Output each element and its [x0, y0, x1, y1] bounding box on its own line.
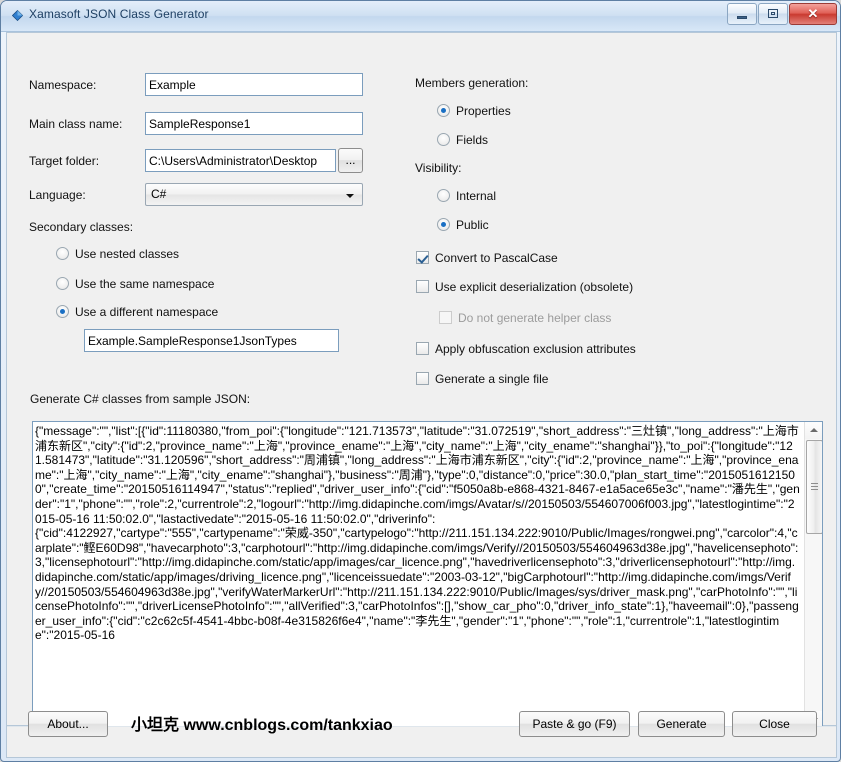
close-icon: ✕ [807, 6, 819, 21]
json-area-label: Generate C# classes from sample JSON: [30, 392, 251, 406]
maximize-icon [768, 9, 778, 18]
label-use-explicit-deserialization: Use explicit deserialization (obsolete) [435, 280, 634, 294]
radio-public[interactable] [437, 218, 450, 231]
caret-up-icon [810, 428, 818, 432]
scroll-up-button[interactable] [805, 422, 822, 439]
chevron-down-icon [346, 194, 354, 198]
label-apply-obfuscation-exclusion: Apply obfuscation exclusion attributes [435, 342, 636, 356]
label-internal: Internal [456, 189, 497, 203]
window-title: Xamasoft JSON Class Generator [29, 7, 209, 21]
target-folder-label: Target folder: [29, 154, 100, 168]
checkbox-use-explicit-deserialization[interactable] [416, 280, 429, 293]
checkbox-do-not-generate-helper-class [439, 311, 452, 324]
grip-icon [811, 483, 818, 490]
minimize-icon [737, 16, 747, 19]
json-input-container [32, 421, 823, 729]
label-generate-single-file: Generate a single file [435, 372, 549, 386]
json-scrollbar[interactable] [804, 422, 822, 728]
visibility-label: Visibility: [415, 161, 462, 175]
label-convert-to-pascalcase: Convert to PascalCase [435, 251, 558, 265]
namespace-label: Namespace: [29, 78, 97, 92]
checkbox-convert-to-pascalcase[interactable] [416, 251, 429, 264]
promo-text: 小坦克 www.cnblogs.com/tankxiao [131, 717, 393, 734]
radio-internal[interactable] [437, 189, 450, 202]
secondary-namespace-input[interactable] [84, 329, 339, 352]
label-use-same-namespace: Use the same namespace [75, 277, 215, 291]
radio-use-same-namespace[interactable] [56, 277, 69, 290]
close-window-button[interactable]: ✕ [789, 3, 837, 25]
checkbox-apply-obfuscation-exclusion[interactable] [416, 342, 429, 355]
diamond-icon [12, 10, 23, 21]
paste-and-go-button[interactable]: Paste & go (F9) [519, 711, 630, 737]
json-input[interactable] [35, 424, 800, 728]
members-generation-label: Members generation: [415, 76, 529, 90]
language-label: Language: [29, 188, 86, 202]
scrollbar-thumb[interactable] [806, 440, 822, 534]
generate-button[interactable]: Generate [638, 711, 725, 737]
target-folder-input[interactable] [145, 149, 336, 172]
label-do-not-generate-helper-class: Do not generate helper class [458, 311, 612, 325]
app-window: Xamasoft JSON Class Generator ✕ Namespac… [0, 0, 841, 762]
radio-fields[interactable] [437, 133, 450, 146]
label-use-different-namespace: Use a different namespace [75, 305, 219, 319]
namespace-input[interactable] [145, 73, 363, 96]
client-area: Namespace: Main class name: Target folde… [6, 32, 837, 729]
label-properties: Properties [456, 104, 511, 118]
main-class-name-input[interactable] [145, 112, 363, 135]
window-controls: ✕ [726, 3, 837, 25]
browse-folder-button[interactable]: ... [338, 148, 363, 173]
label-use-nested-classes: Use nested classes [75, 247, 180, 261]
radio-properties[interactable] [437, 104, 450, 117]
main-class-name-label: Main class name: [29, 117, 123, 131]
secondary-classes-label: Secondary classes: [29, 220, 134, 234]
radio-use-different-namespace[interactable] [56, 305, 69, 318]
close-button[interactable]: Close [732, 711, 817, 737]
maximize-button[interactable] [758, 3, 788, 25]
checkbox-generate-single-file[interactable] [416, 372, 429, 385]
label-fields: Fields [456, 133, 489, 147]
label-public: Public [456, 218, 489, 232]
about-button[interactable]: About... [28, 711, 108, 737]
title-bar: Xamasoft JSON Class Generator ✕ [1, 1, 840, 32]
language-select[interactable]: C# [145, 183, 363, 206]
radio-use-nested-classes[interactable] [56, 247, 69, 260]
minimize-button[interactable] [727, 3, 757, 25]
language-select-value: C# [151, 187, 167, 201]
